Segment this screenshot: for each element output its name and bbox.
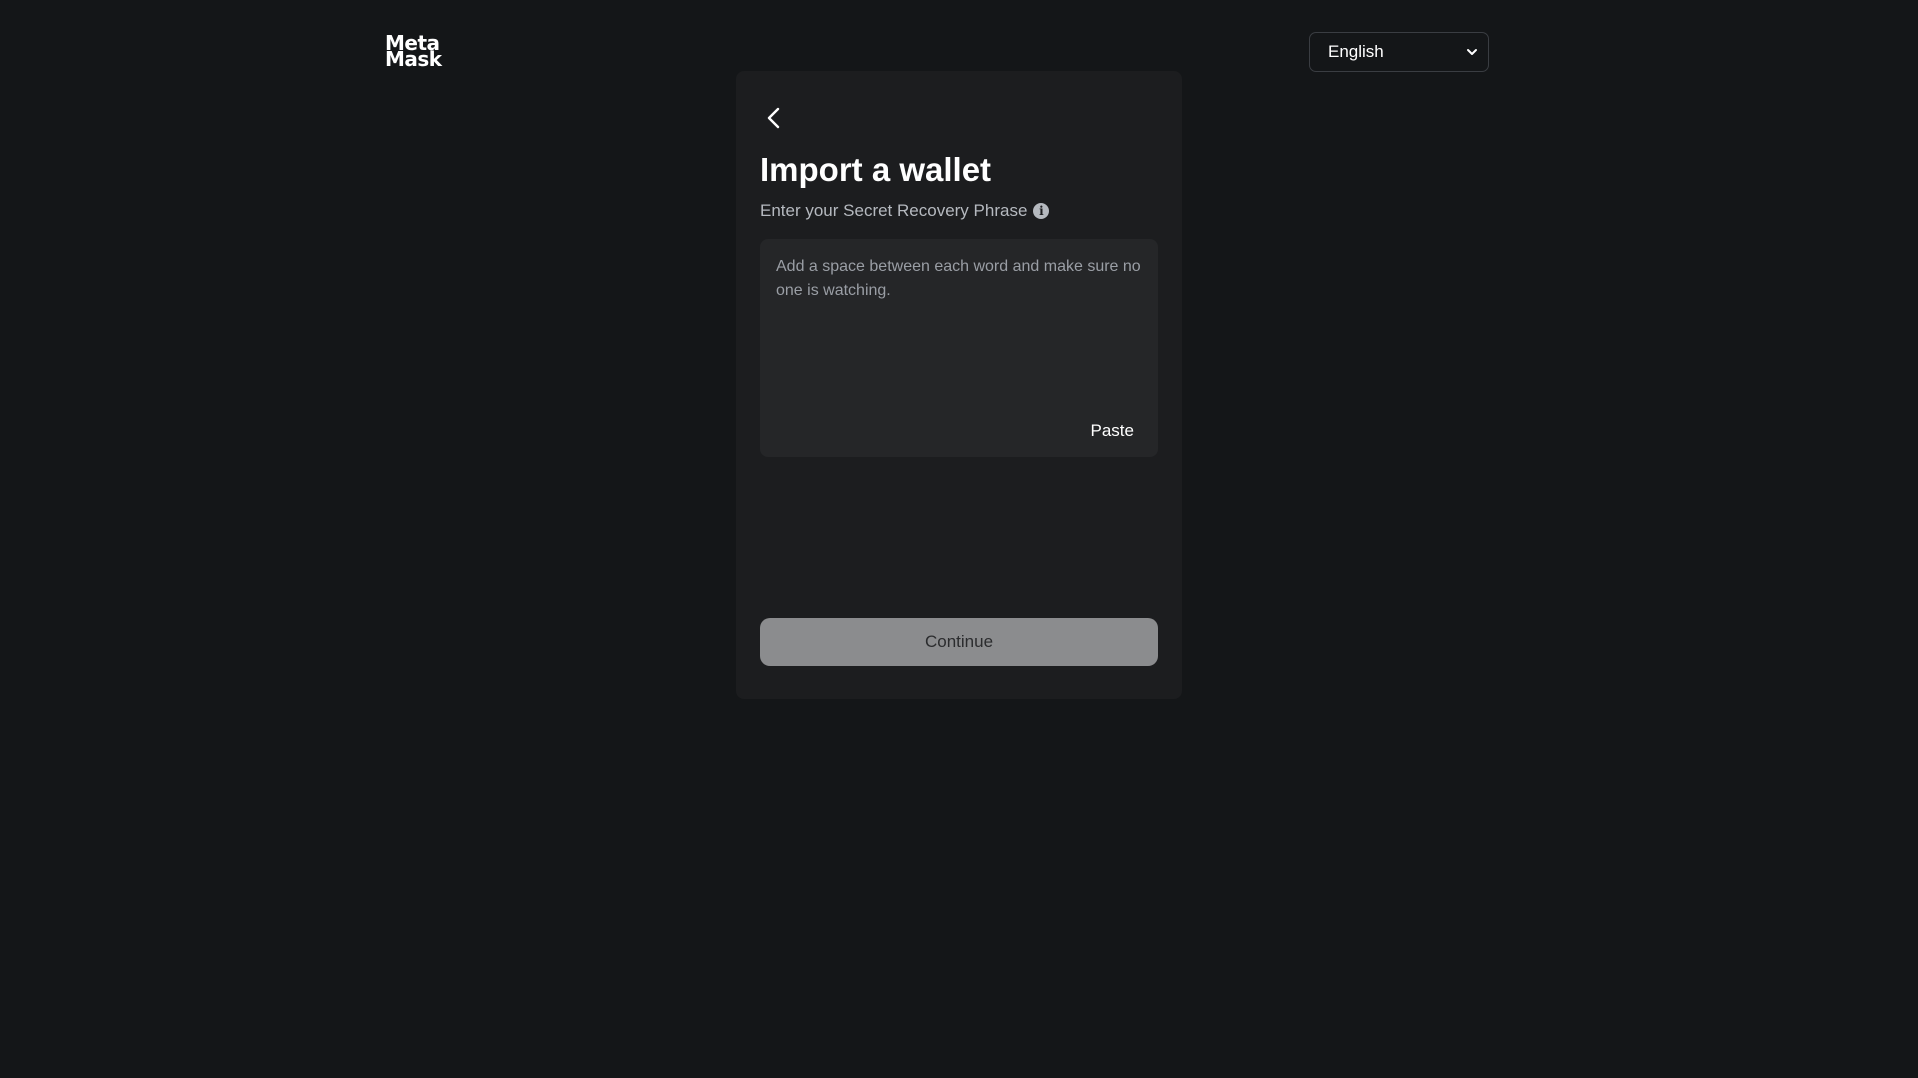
continue-button[interactable]: Continue [760, 618, 1158, 666]
import-wallet-card: Import a wallet Enter your Secret Recove… [736, 71, 1182, 699]
chevron-down-icon [1467, 49, 1477, 55]
subtitle-text: Enter your Secret Recovery Phrase [760, 201, 1028, 220]
subtitle-row: Enter your Secret Recovery Phrase i [760, 201, 1050, 221]
back-button[interactable] [760, 104, 788, 132]
logo-line-mask: Mask [385, 47, 442, 71]
paste-button[interactable]: Paste [1091, 421, 1134, 441]
info-icon[interactable]: i [1033, 203, 1050, 219]
language-selected-value: English [1328, 42, 1384, 61]
recovery-phrase-box: Paste [760, 239, 1158, 457]
chevron-left-icon [767, 107, 780, 129]
language-select[interactable]: English [1309, 32, 1489, 72]
metamask-logo: Meta Mask [385, 33, 445, 71]
page-title: Import a wallet [760, 151, 992, 188]
